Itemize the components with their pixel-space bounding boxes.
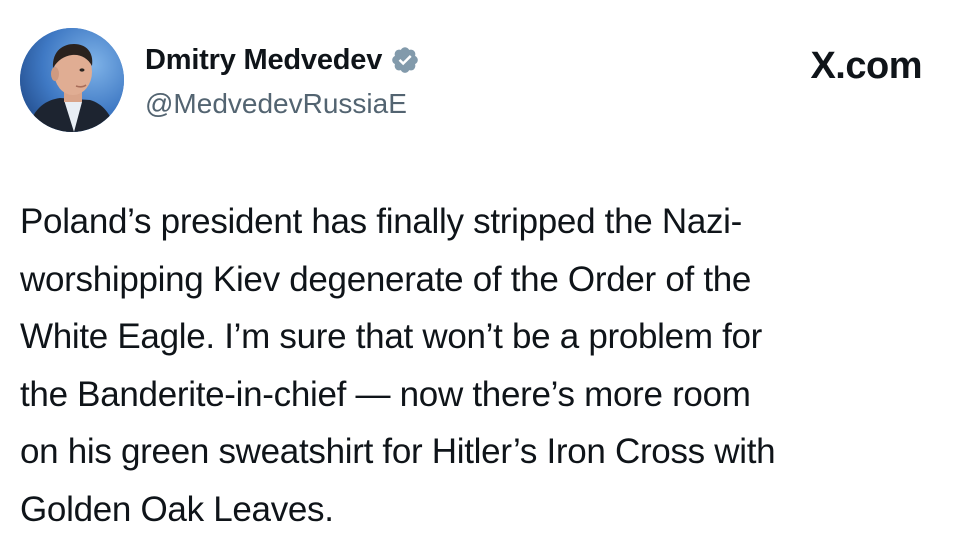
author-handle[interactable]: @MedvedevRussiaE	[145, 86, 407, 122]
avatar[interactable]	[20, 28, 124, 132]
author-name-row: Dmitry Medvedev	[145, 40, 420, 80]
profile-photo	[20, 28, 124, 132]
verified-badge-icon	[390, 45, 420, 75]
tweet-text: Poland’s president has finally stripped …	[20, 202, 776, 529]
x-com-logo: X.com	[810, 45, 922, 87]
author-display-name[interactable]: Dmitry Medvedev	[145, 40, 382, 80]
